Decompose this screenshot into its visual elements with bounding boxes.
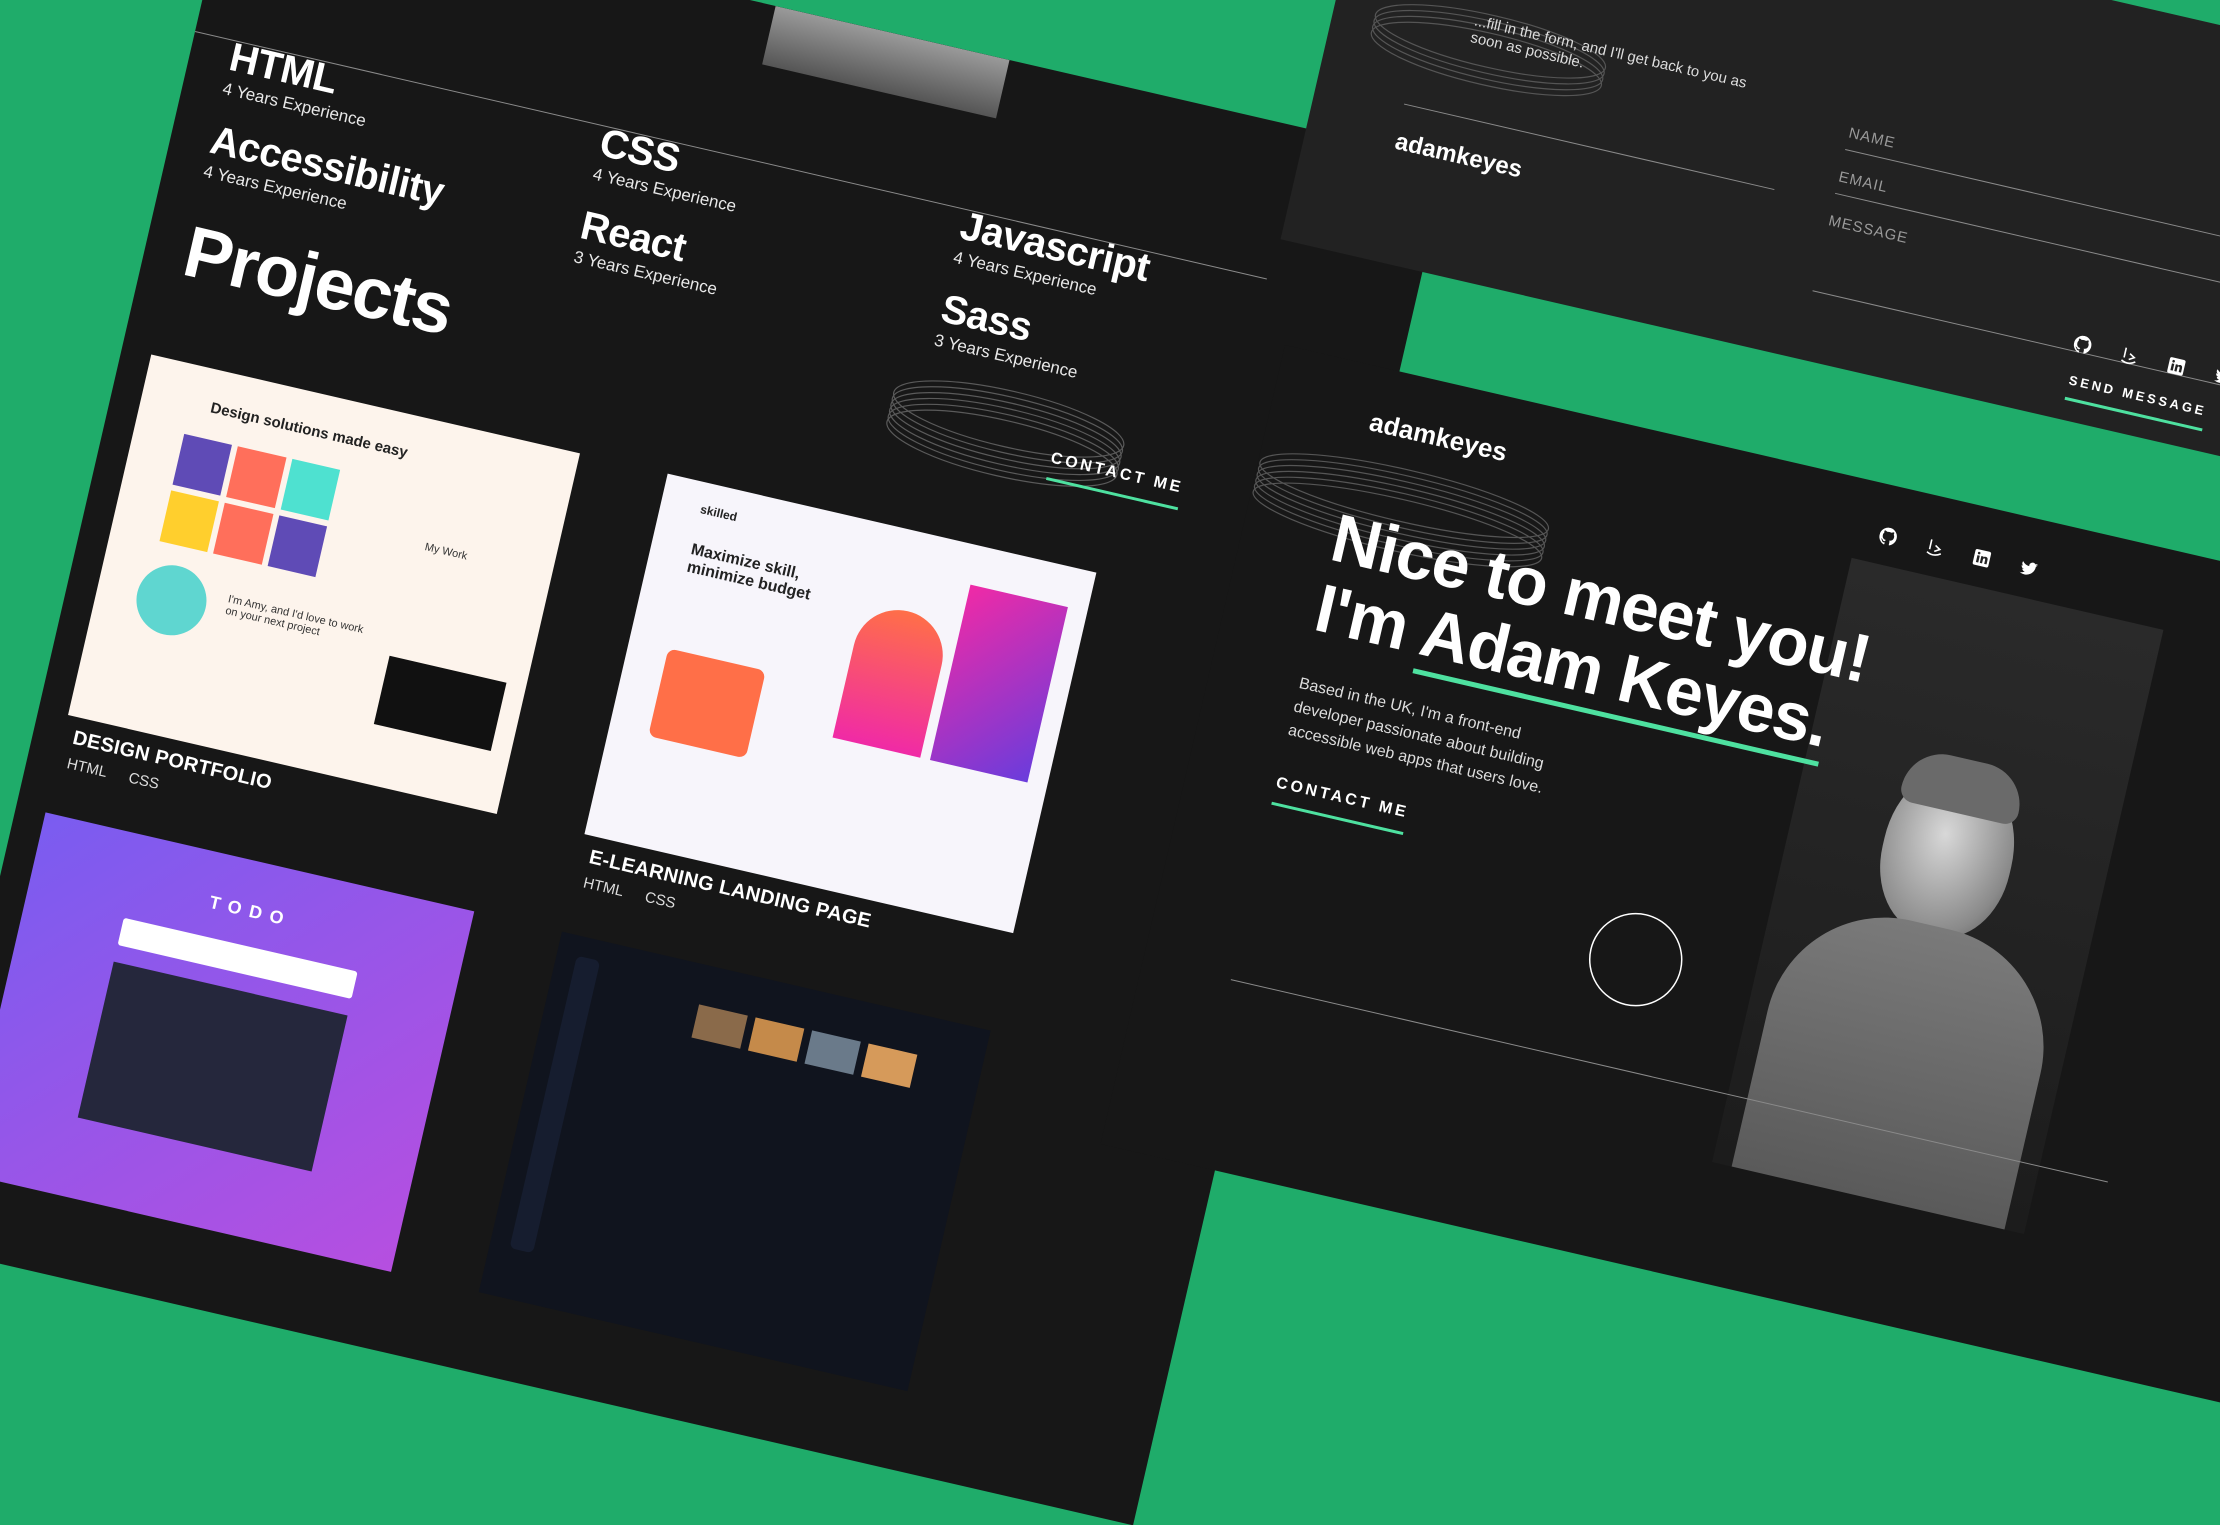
project-thumbnail-todo[interactable]: TODO	[0, 812, 475, 1272]
profile-photo-crop	[762, 5, 1010, 119]
skill-html: HTML 4 Years Experience	[221, 35, 378, 131]
project-tag: HTML	[581, 874, 626, 901]
linkedin-icon[interactable]	[2163, 353, 2189, 379]
mock-gradient-shape	[832, 601, 952, 758]
mock-tiles	[159, 433, 341, 578]
hero-panel: adamkeyes Nice to meet you! I'm Adam Key…	[1100, 345, 2220, 1437]
skill-react: React 3 Years Experience	[572, 203, 729, 299]
header-brand[interactable]: adamkeyes	[1366, 406, 1510, 468]
mock-thumb-row	[691, 1004, 918, 1088]
mock-pink-block	[648, 648, 766, 759]
mock-subtext: I'm Amy, and I'd love to work on your ne…	[224, 593, 365, 639]
circle-decoration	[1588, 912, 1683, 1007]
name-field[interactable]: NAME	[1847, 125, 1897, 152]
mock-todo-list	[77, 961, 348, 1172]
twitter-icon[interactable]	[2015, 556, 2041, 582]
email-field[interactable]: EMAIL	[1837, 168, 1890, 196]
linkedin-icon[interactable]	[1969, 545, 1995, 571]
mock-todo-title: TODO	[207, 891, 294, 931]
github-icon[interactable]	[1875, 523, 1901, 549]
mock-mywork: My Work	[423, 541, 469, 563]
project-thumbnail-entertainment[interactable]	[478, 931, 991, 1392]
hero-contact-button[interactable]: CONTACT ME	[1271, 774, 1411, 836]
mock-heading: Maximize skill, minimize budget	[685, 541, 813, 604]
skill-css: CSS 4 Years Experience	[591, 121, 748, 217]
mock-sidebar	[509, 955, 601, 1254]
projects-heading: Projects	[176, 211, 460, 351]
mock-avatar	[129, 558, 214, 643]
footer-brand[interactable]: adamkeyes	[1392, 128, 1525, 184]
send-message-button[interactable]: SEND MESSAGE	[2064, 372, 2208, 432]
mock-dark-block	[373, 655, 507, 751]
frontend-mentor-icon[interactable]	[2116, 342, 2142, 368]
mock-purple-triangle	[929, 584, 1068, 783]
message-field[interactable]: MESSAGE	[1827, 212, 1910, 247]
skill-accessibility: Accessibility 4 Years Experience	[201, 118, 448, 235]
project-tag: CSS	[643, 888, 678, 913]
project-tag: HTML	[65, 755, 109, 781]
github-icon[interactable]	[2070, 332, 2096, 358]
mock-logo: skilled	[698, 502, 739, 525]
profile-body	[1731, 893, 2068, 1230]
frontend-mentor-icon[interactable]	[1922, 534, 1948, 560]
skill-sass: Sass 3 Years Experience	[932, 287, 1089, 383]
project-tag: CSS	[126, 769, 161, 793]
